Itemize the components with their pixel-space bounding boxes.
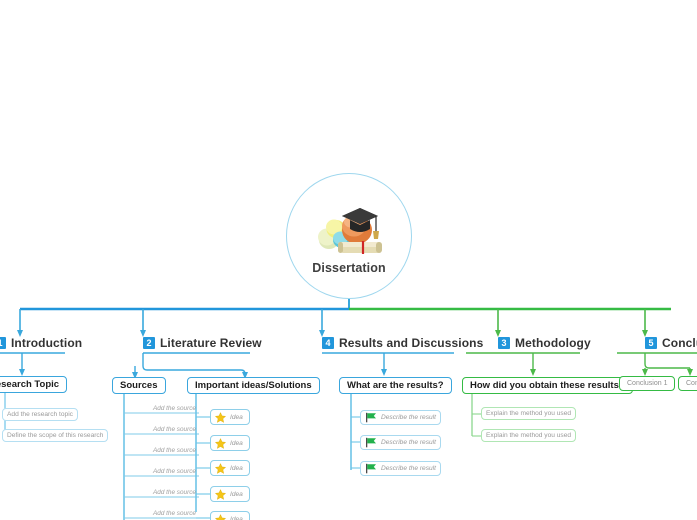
leaf-label: Idea bbox=[230, 464, 243, 472]
source-item[interactable]: Add the source bbox=[132, 468, 196, 475]
branch-conclusion[interactable]: 5 Conclusion bbox=[645, 334, 697, 351]
node-label: What are the results? bbox=[347, 380, 444, 391]
branch-number-badge: 2 bbox=[143, 336, 155, 349]
leaf-label: Idea bbox=[230, 490, 243, 498]
leaf-explain-method[interactable]: Explain the method you used bbox=[481, 407, 577, 420]
leaf-label: Idea bbox=[230, 439, 243, 447]
leaf-describe-result[interactable]: Describe the result bbox=[360, 461, 441, 476]
leaf-idea[interactable]: Idea bbox=[210, 460, 250, 476]
node-label: How did you obtain these results? bbox=[470, 380, 625, 391]
flag-icon bbox=[366, 463, 376, 474]
source-item[interactable]: Add the source bbox=[132, 447, 196, 454]
branch-methodology[interactable]: 3 Methodology bbox=[498, 334, 591, 351]
leaf-idea[interactable]: Idea bbox=[210, 409, 250, 425]
node-how-did-you-obtain-these-results[interactable]: How did you obtain these results? bbox=[462, 377, 633, 394]
leaf-label: Add the research topic bbox=[7, 411, 73, 418]
leaf-add-research-topic[interactable]: Add the research topic bbox=[2, 408, 78, 421]
branch-label: Conclusion bbox=[662, 335, 697, 350]
leaf-explain-method[interactable]: Explain the method you used bbox=[481, 429, 577, 442]
root-label: Dissertation bbox=[312, 260, 386, 275]
leaf-idea[interactable]: Idea bbox=[210, 486, 250, 502]
source-item[interactable]: Add the source bbox=[132, 489, 196, 496]
root-node[interactable]: Dissertation bbox=[286, 173, 412, 299]
leaf-idea[interactable]: Idea bbox=[210, 435, 250, 451]
mindmap-canvas[interactable]: Dissertation 1 Introduction Research Top… bbox=[0, 0, 697, 520]
graduation-cap-diploma-icon bbox=[318, 207, 382, 254]
branch-number-badge: 1 bbox=[0, 336, 6, 349]
star-icon bbox=[215, 462, 226, 474]
leaf-label: Define the scope of this research bbox=[7, 432, 104, 439]
leaf-idea[interactable]: Idea bbox=[210, 511, 250, 520]
flag-icon bbox=[366, 412, 376, 423]
star-icon bbox=[215, 513, 226, 520]
leaf-label: Describe the result bbox=[381, 414, 436, 421]
leaf-label: Explain the method you used bbox=[486, 410, 572, 417]
branch-results-and-discussions[interactable]: 4 Results and Discussions bbox=[322, 334, 483, 351]
node-label: Conclusion 2 bbox=[686, 380, 697, 387]
branch-label: Results and Discussions bbox=[339, 335, 484, 350]
branch-label: Introduction bbox=[11, 335, 83, 350]
node-sources[interactable]: Sources bbox=[112, 377, 166, 394]
node-label: Research Topic bbox=[0, 379, 60, 390]
leaf-label: Idea bbox=[230, 413, 243, 421]
leaf-define-scope[interactable]: Define the scope of this research bbox=[2, 429, 109, 442]
leaf-label: Describe the result bbox=[381, 439, 436, 446]
branch-label: Methodology bbox=[515, 335, 591, 350]
node-label: Sources bbox=[120, 380, 158, 391]
branch-number-badge: 4 bbox=[322, 336, 334, 349]
node-what-are-the-results[interactable]: What are the results? bbox=[339, 377, 452, 394]
leaf-label: Idea bbox=[230, 515, 243, 520]
flag-icon bbox=[366, 437, 376, 448]
node-important-ideas[interactable]: Important ideas/Solutions bbox=[187, 377, 320, 394]
leaf-describe-result[interactable]: Describe the result bbox=[360, 435, 441, 450]
node-conclusion-1[interactable]: Conclusion 1 bbox=[619, 376, 676, 391]
branch-introduction[interactable]: 1 Introduction bbox=[0, 334, 82, 351]
source-item[interactable]: Add the source bbox=[132, 510, 196, 517]
branch-label: Literature Review bbox=[160, 335, 262, 350]
star-icon bbox=[215, 488, 226, 500]
leaf-label: Describe the result bbox=[381, 465, 436, 472]
star-icon bbox=[215, 411, 226, 423]
source-item[interactable]: Add the source bbox=[132, 405, 196, 412]
branch-number-badge: 3 bbox=[498, 336, 510, 349]
node-label: Important ideas/Solutions bbox=[195, 380, 312, 391]
source-item[interactable]: Add the source bbox=[132, 426, 196, 433]
branch-number-badge: 5 bbox=[645, 336, 657, 349]
node-conclusion-2[interactable]: Conclusion 2 bbox=[678, 376, 697, 391]
star-icon bbox=[215, 437, 226, 449]
node-research-topic[interactable]: Research Topic bbox=[0, 376, 68, 393]
leaf-label: Explain the method you used bbox=[486, 432, 572, 439]
leaf-describe-result[interactable]: Describe the result bbox=[360, 410, 441, 425]
node-label: Conclusion 1 bbox=[627, 380, 668, 387]
branch-literature-review[interactable]: 2 Literature Review bbox=[143, 334, 262, 351]
